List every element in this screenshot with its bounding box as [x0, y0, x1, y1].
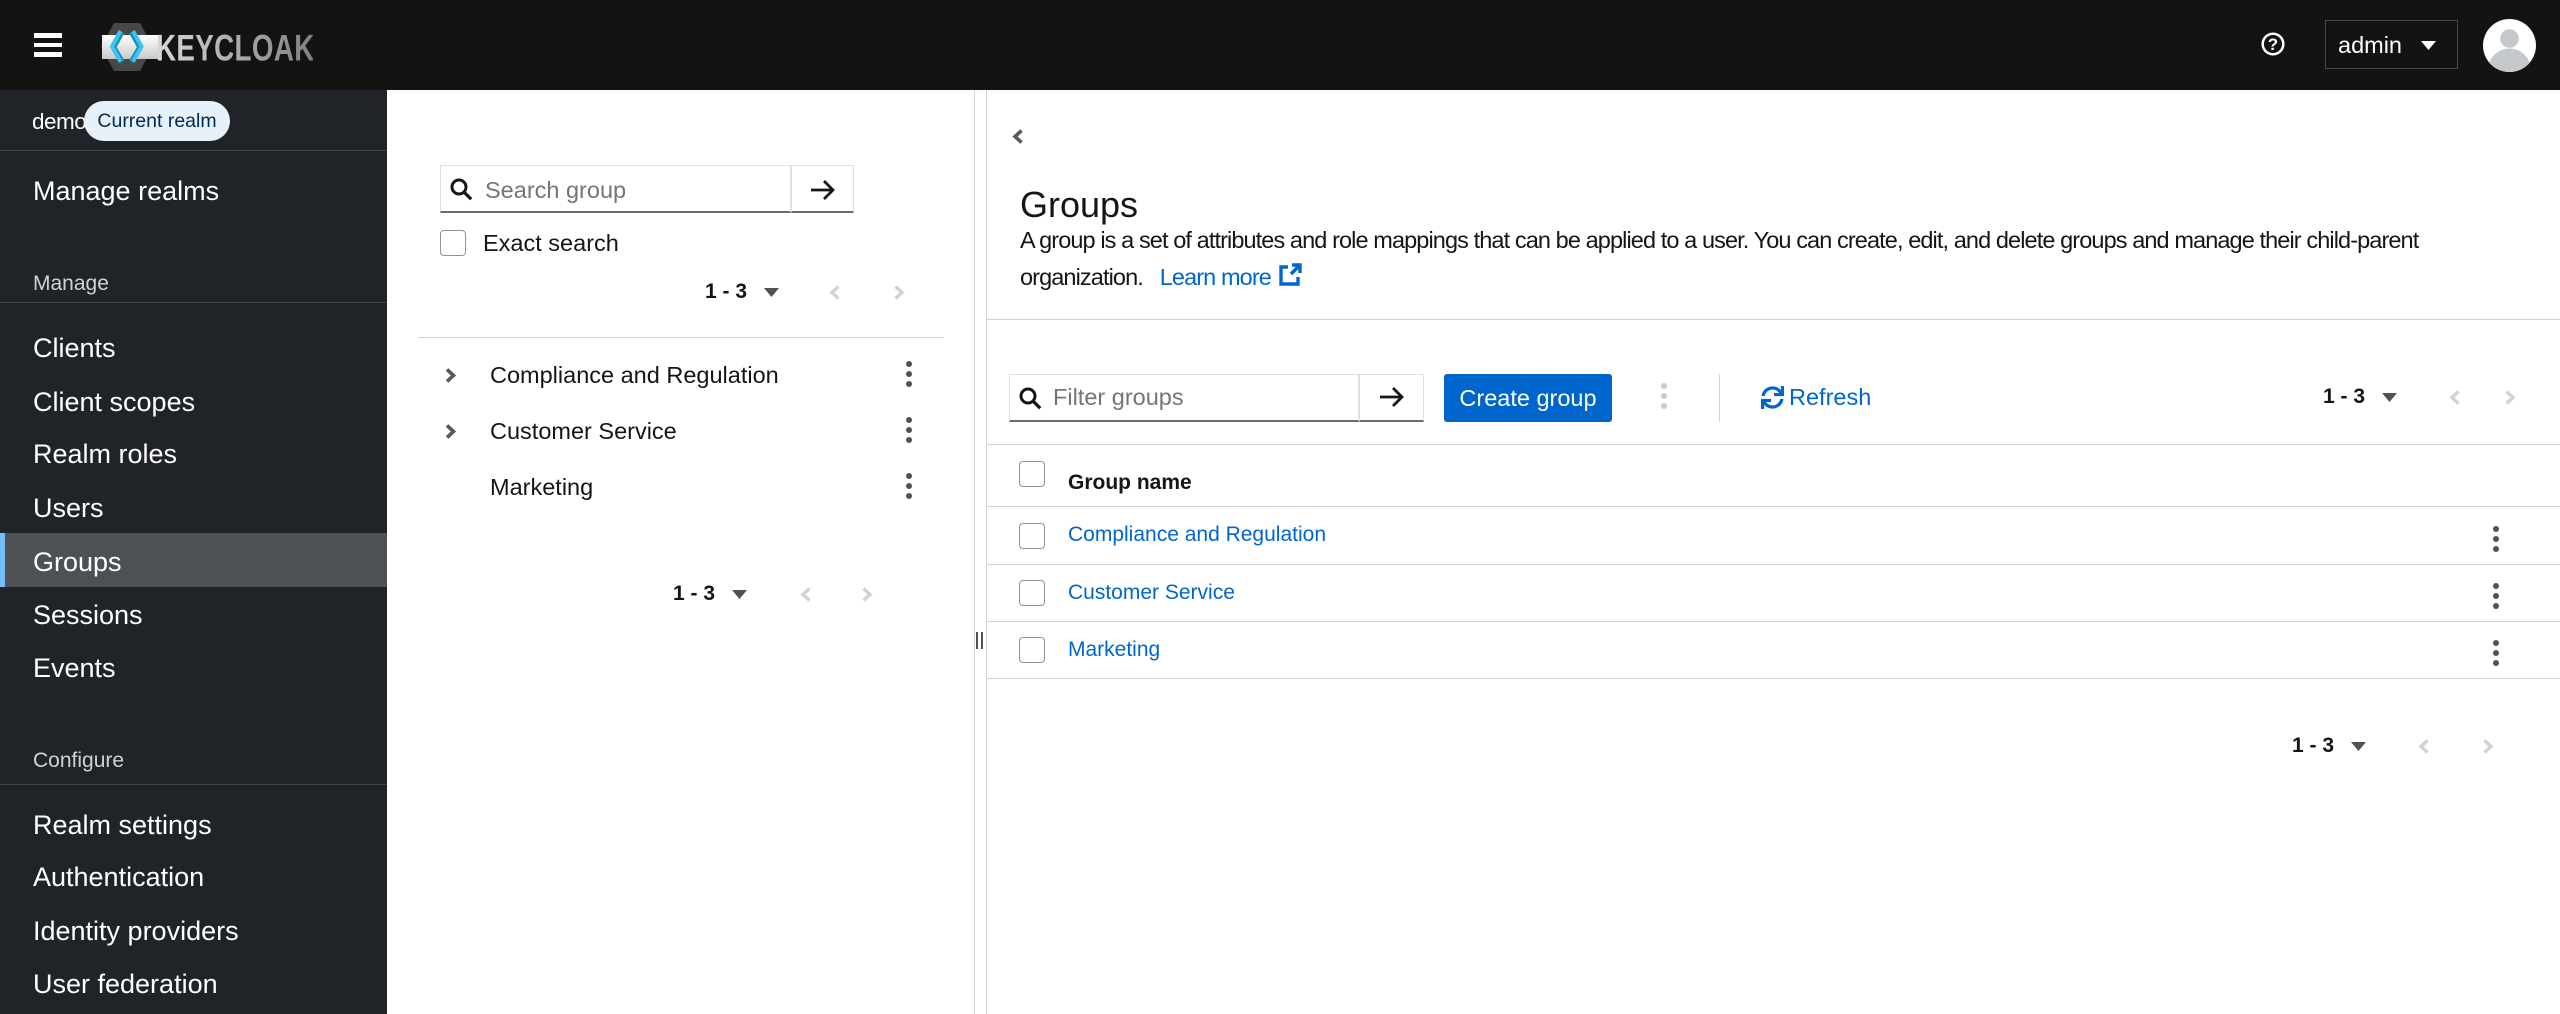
svg-text:?: ? — [2268, 35, 2278, 54]
svg-text:KEYCLOAK: KEYCLOAK — [156, 27, 313, 69]
